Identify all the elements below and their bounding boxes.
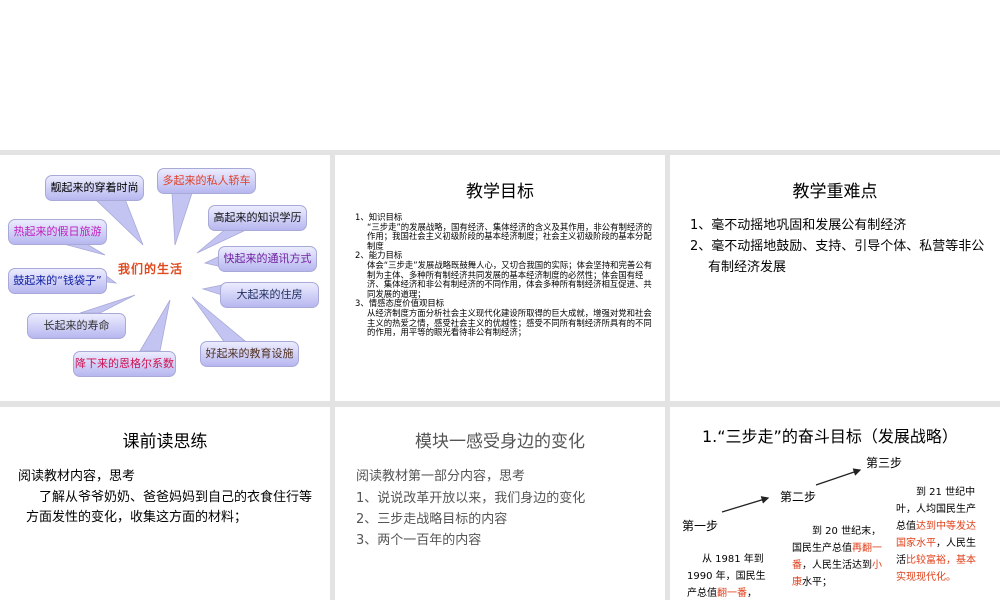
bubble-engel: 降下来的恩格尔系数 (73, 351, 176, 377)
slide-pre-reading[interactable]: 课前读思练 阅读教材内容，思考 了解从爷爷奶奶、爸爸妈妈到自己的衣食住行等方面发… (0, 407, 330, 600)
key-points-list: 1、毫不动摇地巩固和发展公有制经济 2、毫不动摇地鼓励、支持、引导个体、私营等非… (690, 215, 990, 278)
slide-title: 教学重难点 (792, 182, 878, 202)
center-label: 我们的生活 (118, 262, 184, 276)
step-three-label: 第三步 (866, 456, 903, 470)
slide-three-steps[interactable]: 1.“三步走”的奋斗目标（发展战略） 第一步 第二步 第三步 从 1981 年到… (670, 407, 1000, 600)
highlight-text: 比较富裕，基本实现现代化。 (896, 555, 976, 583)
slide-title: 课前读思练 (122, 432, 208, 452)
objective-text: 从经济制度方面分析社会主义现代化建设所取得的巨大成就，增强对党和社会主义的热爱之… (367, 307, 652, 338)
body-text: 了解从爷爷奶奶、爸爸妈妈到自己的衣食住行等方面发性的变化，收集这方面的材料； (26, 490, 313, 525)
slide-key-points[interactable]: 教学重难点 1、毫不动摇地巩固和发展公有制经济 2、毫不动摇地鼓励、支持、引导个… (670, 155, 1000, 401)
step-one-text: 从 1981 年到 1990 年，国民生产总值翻一番， (687, 551, 769, 600)
bubble-education-level: 高起来的知识学历 (208, 205, 307, 231)
bubble-facilities: 好起来的教育设施 (200, 341, 299, 367)
objective-text: “三步走”的发展战略，国有经济、集体经济的含义及其作用，非公有制经济的作用；我国… (367, 221, 653, 251)
bubble-clothing: 靓起来的穿着时尚 (45, 175, 144, 201)
intro-text: 阅读教材第一部分内容，思考 (356, 469, 526, 484)
bubble-wallet: 鼓起来的“钱袋子” (8, 268, 107, 294)
bubble-communication: 快起来的通讯方式 (218, 246, 317, 272)
text-segment: 水平； (802, 577, 832, 588)
highlight-text: 翻一番 (717, 588, 747, 599)
key-point: 2、毫不动摇地鼓励、支持、引导个体、私营等非公有制经济发展 (690, 239, 985, 275)
list-item: 1、说说改革开放以来，我们身边的变化 (356, 491, 586, 506)
bubble-travel: 热起来的假日旅游 (8, 219, 107, 245)
list-item: 2、三步走战略目标的内容 (356, 512, 508, 527)
step-one-label: 第一步 (682, 519, 719, 533)
text-segment: ， (747, 588, 757, 599)
slide-title: 模块一感受身边的变化 (415, 432, 585, 452)
bubble-lifespan: 长起来的寿命 (27, 313, 126, 339)
step-three-text: 到 21 世纪中叶，人均国民生产总值达到中等发达国家水平，人民生活比较富裕，基本… (896, 484, 980, 586)
slide-teaching-goals[interactable]: 教学目标 1、知识目标 “三步走”的发展战略，国有经济、集体经济的含义及其作用，… (335, 155, 665, 401)
text-segment: ，人民生活达到 (802, 560, 872, 571)
item-list: 1、说说改革开放以来，我们身边的变化 2、三步走战略目标的内容 3、两个一百年的… (356, 488, 585, 551)
step-two-label: 第二步 (780, 490, 817, 504)
step-two-text: 到 20 世纪末，国民生产总值再翻一番，人民生活达到小康水平； (792, 523, 882, 591)
slide-title: 教学目标 (466, 182, 534, 202)
objectives-list: 1、知识目标 “三步走”的发展战略，国有经济、集体经济的含义及其作用，非公有制经… (355, 212, 655, 338)
key-point: 1、毫不动摇地巩固和发展公有制经济 (690, 218, 907, 233)
bubble-housing: 大起来的住房 (220, 282, 319, 308)
intro-text: 阅读教材内容，思考 (18, 469, 136, 484)
slide-module-one[interactable]: 模块一感受身边的变化 阅读教材第一部分内容，思考 1、说说改革开放以来，我们身边… (335, 407, 665, 600)
slide-our-life[interactable]: 我们的生活 靓起来的穿着时尚 多起来的私人轿车 高起来的知识学历 热起来的假日旅… (0, 155, 330, 401)
list-item: 3、两个一百年的内容 (356, 533, 482, 548)
bubble-cars: 多起来的私人轿车 (157, 168, 256, 194)
objective-text: 体会“三步走”发展战略既鼓舞人心，又切合我国的实际；体会坚持和完善公有制为主体、… (367, 259, 653, 299)
